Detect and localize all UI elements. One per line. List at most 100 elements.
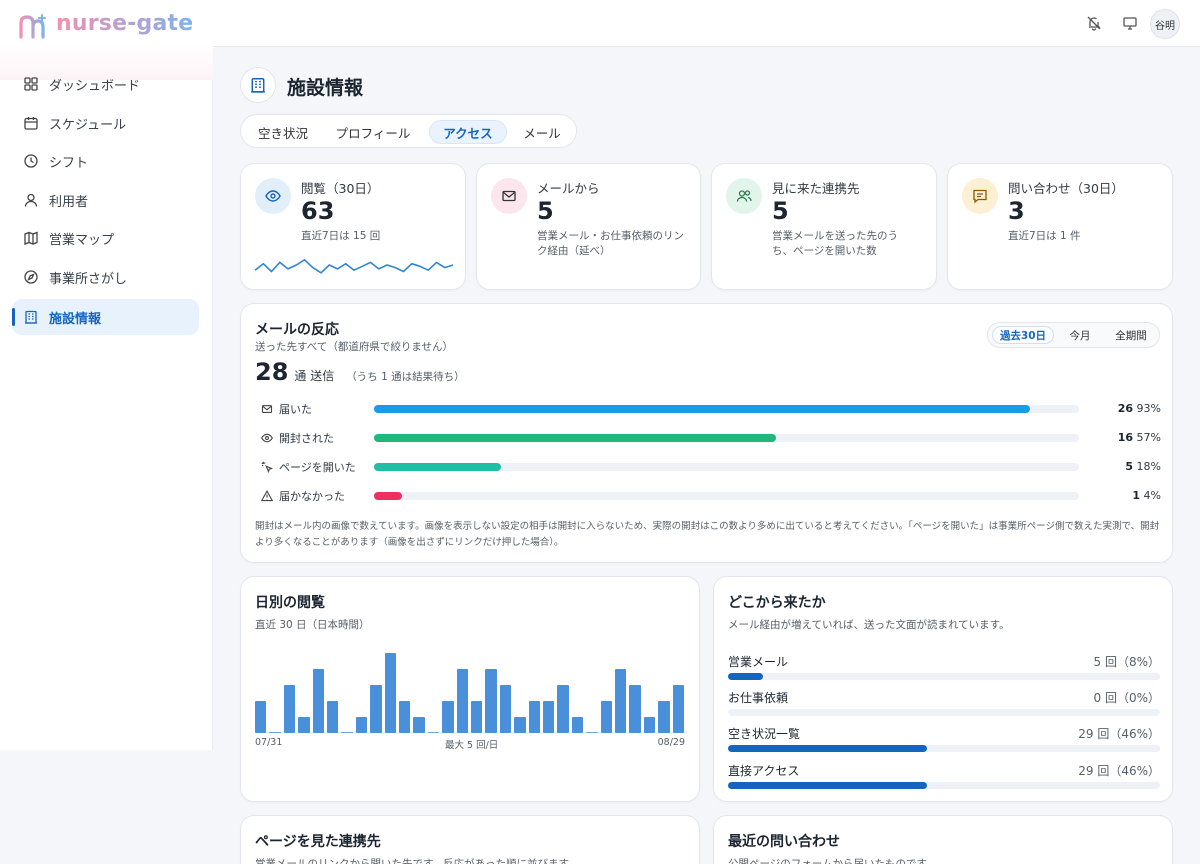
sidebar-item-schedule[interactable]: スケジュール bbox=[12, 105, 199, 141]
funnel-label: 届かなかった bbox=[261, 488, 345, 504]
tab-access[interactable]: アクセス bbox=[429, 120, 507, 144]
source-value: 5 回（8%） bbox=[1093, 655, 1161, 669]
stat-sub: 直近7日は 1 件 bbox=[1008, 230, 1081, 242]
mail-icon bbox=[491, 178, 527, 214]
partners-card: ページを見た連携先 営業メールのリンクから開いた先です。反応があった順に並びます… bbox=[240, 815, 700, 864]
tab-mail[interactable]: メール bbox=[513, 120, 571, 144]
chart-bar-08/06 bbox=[341, 732, 353, 733]
funnel-percent: 18% bbox=[1136, 460, 1161, 473]
chart-bar-08/05 bbox=[327, 701, 339, 733]
traffic-sources-card: どこから来たか メール経由が増えていれば、送った文面が読まれています。 営業メー… bbox=[713, 576, 1173, 802]
funnel-fill bbox=[374, 405, 1030, 413]
avatar[interactable]: 谷明 bbox=[1150, 9, 1180, 39]
funnel-label-text: 開封された bbox=[279, 432, 334, 445]
chart-bar-08/01 bbox=[269, 732, 281, 733]
funnel-track bbox=[374, 405, 1079, 413]
chart-bar-08/10 bbox=[399, 701, 411, 733]
sidebar-item-users[interactable]: 利用者 bbox=[12, 182, 199, 218]
mail-icon bbox=[261, 403, 273, 415]
sidebar-item-sales-map[interactable]: 営業マップ bbox=[12, 220, 199, 256]
chart-bar-08/09 bbox=[384, 653, 396, 733]
monitor-icon[interactable] bbox=[1122, 15, 1138, 31]
chart-bar-08/17 bbox=[499, 685, 512, 733]
chart-bar-08/14 bbox=[456, 669, 468, 733]
chart-bar-08/29 bbox=[672, 685, 684, 733]
source-track bbox=[728, 673, 1160, 680]
chart-bar-08/20 bbox=[543, 701, 555, 733]
x-axis-start-label: 07/31 bbox=[255, 737, 283, 748]
chart-bar-08/24 bbox=[600, 701, 612, 733]
section-subtitle: 営業メールのリンクから開いた先です。反応があった順に並びます。 bbox=[255, 858, 579, 864]
chart-bar-08/18 bbox=[514, 717, 526, 733]
sidebar-item-facility-info[interactable]: 施設情報 bbox=[12, 299, 199, 335]
clock-icon bbox=[23, 153, 39, 169]
funnel-percent: 57% bbox=[1136, 431, 1161, 444]
period-30d-button[interactable]: 過去30日 bbox=[992, 326, 1054, 344]
section-title: 最近の問い合わせ bbox=[728, 834, 840, 850]
sidebar-item-label: シフト bbox=[49, 155, 89, 171]
stat-label: 問い合わせ（30日） bbox=[1008, 181, 1124, 196]
funnel-track bbox=[374, 463, 1079, 471]
funnel-percent: 93% bbox=[1136, 402, 1161, 415]
source-fill bbox=[728, 745, 927, 752]
funnel-fill bbox=[374, 434, 776, 442]
source-track bbox=[728, 709, 1160, 716]
chart-bar-08/08 bbox=[370, 685, 382, 733]
eye-icon bbox=[261, 432, 273, 444]
sidebar: nurse-gate ダッシュボード スケジュール シフト 利用者 営業マップ … bbox=[0, 0, 213, 750]
sidebar-item-office-search[interactable]: 事業所さがし bbox=[12, 259, 199, 295]
funnel-track bbox=[374, 492, 1079, 500]
chart-bar-08/23 bbox=[586, 732, 598, 733]
section-subtitle: 直近 30 日（日本時間） bbox=[255, 619, 370, 631]
stat-value: 5 bbox=[537, 197, 554, 225]
tab-profile[interactable]: プロフィール bbox=[325, 120, 421, 144]
daily-views-card: 日別の閲覧 直近 30 日（日本時間） 07/31 最大 5 回/日 08/29 bbox=[240, 576, 700, 802]
chart-bar-08/16 bbox=[485, 669, 497, 733]
chart-bar-08/03 bbox=[298, 717, 310, 733]
chart-bar-08/27 bbox=[643, 717, 656, 733]
funnel-row: ページを開いた 5 18% bbox=[261, 458, 1161, 476]
source-name: 営業メール bbox=[728, 655, 789, 669]
source-name: 直接アクセス bbox=[728, 764, 800, 778]
source-fill bbox=[728, 782, 927, 789]
stat-value: 63 bbox=[301, 197, 335, 225]
sidebar-item-label: 利用者 bbox=[49, 194, 89, 210]
funnel-value: 5 18% bbox=[1091, 460, 1161, 473]
source-track bbox=[728, 745, 1160, 752]
click-icon bbox=[261, 461, 273, 473]
dashboard-icon bbox=[23, 76, 39, 92]
topbar bbox=[213, 0, 1200, 47]
stat-label: 見に来た連携先 bbox=[772, 181, 860, 196]
funnel-value: 26 93% bbox=[1091, 402, 1161, 415]
chart-bar-08/02 bbox=[283, 685, 296, 733]
sidebar-item-label: 施設情報 bbox=[49, 311, 102, 327]
warning-icon bbox=[261, 490, 273, 502]
bell-off-icon[interactable] bbox=[1086, 15, 1102, 31]
logo-icon bbox=[19, 14, 46, 39]
chart-bar-08/22 bbox=[571, 717, 584, 733]
sidebar-item-dashboard[interactable]: ダッシュボード bbox=[12, 66, 199, 102]
tab-availability[interactable]: 空き状況 bbox=[247, 120, 319, 144]
funnel-fill bbox=[374, 463, 501, 471]
inquiries-card: 最近の問い合わせ 公開ページのフォームから届いたものです。 bbox=[713, 815, 1173, 864]
sidebar-item-label: 事業所さがし bbox=[49, 271, 128, 287]
source-fill bbox=[728, 673, 763, 680]
chart-bar-08/19 bbox=[528, 701, 540, 733]
funnel-count: 5 bbox=[1125, 460, 1134, 473]
source-track bbox=[728, 782, 1160, 789]
funnel-label-text: ページを開いた bbox=[279, 461, 356, 474]
period-month-button[interactable]: 今月 bbox=[1058, 326, 1102, 344]
mail-reaction-card: メールの反応 送った先すべて（都道府県で絞りません） 過去30日 今月 全期間 … bbox=[240, 303, 1173, 563]
funnel-label: 開封された bbox=[261, 430, 334, 446]
funnel-value: 1 4% bbox=[1091, 489, 1161, 502]
chart-bar-08/11 bbox=[413, 717, 425, 733]
period-all-button[interactable]: 全期間 bbox=[1106, 326, 1156, 344]
calendar-icon bbox=[23, 115, 39, 131]
source-name: 空き状況一覧 bbox=[728, 727, 801, 741]
stat-card-partners: 見に来た連携先 5 営業メールを送った先のうち、ページを開いた数 bbox=[711, 163, 937, 290]
sidebar-item-label: 営業マップ bbox=[49, 232, 115, 248]
sidebar-item-shift[interactable]: シフト bbox=[12, 143, 199, 179]
stat-sub: 営業メール・お仕事依頼のリンク経由（延べ） bbox=[537, 230, 684, 257]
tab-bar: 空き状況 プロフィール アクセス メール bbox=[240, 114, 577, 148]
period-selector: 過去30日 今月 全期間 bbox=[987, 322, 1160, 348]
